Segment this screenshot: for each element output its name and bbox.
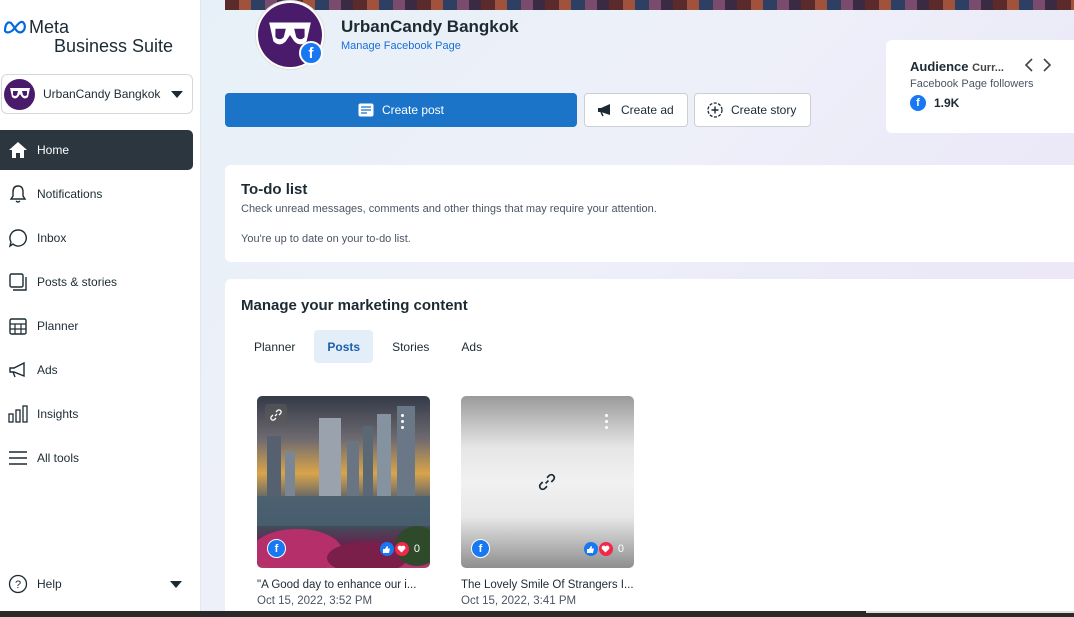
reactions: 0	[379, 542, 420, 556]
more-options-icon[interactable]	[401, 414, 404, 429]
audience-label: Facebook Page followers	[910, 78, 1034, 90]
page-avatar[interactable]: f	[255, 0, 325, 70]
sidebar-item-label: Planner	[37, 319, 79, 333]
todo-title: To-do list	[241, 181, 308, 198]
create-story-button[interactable]: Create story	[694, 93, 811, 127]
marketing-card: Manage your marketing content Planner Po…	[225, 279, 1074, 611]
reaction-count: 0	[413, 543, 420, 555]
sidebar-item-label: Posts & stories	[37, 275, 118, 289]
create-ad-label: Create ad	[621, 103, 674, 117]
chevron-left-icon[interactable]	[1024, 58, 1034, 72]
post-date: Oct 15, 2022, 3:41 PM	[461, 595, 577, 607]
audience-title: Audience	[910, 59, 969, 74]
sidebar-item-help[interactable]: ? Help	[0, 570, 193, 598]
bar-chart-icon	[7, 403, 29, 425]
sidebar-item-label: Home	[37, 143, 70, 157]
reaction-count: 0	[617, 543, 624, 555]
sidebar-item-planner[interactable]: Planner	[0, 306, 193, 346]
bell-icon	[7, 183, 29, 205]
sidebar-item-inbox[interactable]: Inbox	[0, 218, 193, 258]
sidebar-nav: Home Notifications Inbox Posts & stories…	[0, 130, 193, 482]
heart-icon	[394, 542, 409, 556]
chevron-right-icon[interactable]	[1042, 58, 1052, 72]
sidebar-item-home[interactable]: Home	[0, 130, 193, 170]
create-post-label: Create post	[381, 103, 445, 117]
sidebar-item-posts-stories[interactable]: Posts & stories	[0, 262, 193, 302]
facebook-icon: f	[910, 95, 926, 111]
avatar	[4, 78, 35, 110]
megaphone-icon	[7, 359, 29, 381]
compose-icon	[358, 103, 374, 117]
content-tabs: Planner Posts Stories Ads	[241, 330, 1058, 363]
taskbar	[0, 611, 1074, 617]
brand-line1: Meta	[29, 17, 70, 37]
sidebar-item-ads[interactable]: Ads	[0, 350, 193, 390]
sidebar: Meta Business Suite UrbanCandy Bangkok H…	[0, 0, 201, 611]
menu-icon	[7, 447, 29, 469]
sidebar-item-label: Insights	[37, 407, 79, 421]
facebook-icon: f	[471, 539, 490, 558]
todo-note: You're up to date on your to-do list.	[241, 233, 411, 245]
post-caption: The Lovely Smile Of Strangers I...	[461, 579, 634, 591]
post-thumbnail[interactable]: f 0	[257, 396, 430, 568]
heart-icon	[598, 542, 613, 556]
posts-icon	[7, 271, 29, 293]
audience-subtitle: Curr...	[972, 62, 1004, 74]
tab-posts[interactable]: Posts	[314, 330, 374, 363]
link-icon	[537, 472, 557, 497]
main-content: f UrbanCandy Bangkok Manage Facebook Pag…	[201, 0, 1074, 611]
reactions: 0	[583, 542, 624, 556]
meta-logo-icon	[3, 20, 26, 34]
chevron-down-icon[interactable]	[170, 580, 182, 588]
tab-stories[interactable]: Stories	[379, 330, 442, 363]
sidebar-item-insights[interactable]: Insights	[0, 394, 193, 434]
facebook-icon: f	[267, 539, 286, 558]
sidebar-item-notifications[interactable]: Notifications	[0, 174, 193, 214]
post-card[interactable]: f 0 The Lovely Smile Of Strangers I... O…	[461, 396, 634, 607]
sidebar-item-label: Ads	[37, 363, 58, 377]
audience-card: Audience Curr... Facebook Page followers…	[886, 40, 1074, 133]
manage-page-link[interactable]: Manage Facebook Page	[341, 40, 461, 52]
page-title: UrbanCandy Bangkok	[341, 17, 519, 36]
sidebar-item-label: All tools	[37, 451, 80, 465]
megaphone-icon	[597, 103, 613, 117]
create-ad-button[interactable]: Create ad	[584, 93, 688, 127]
create-post-button[interactable]: Create post	[225, 93, 577, 127]
account-switcher[interactable]: UrbanCandy Bangkok	[1, 74, 193, 114]
post-caption: "A Good day to enhance our i...	[257, 579, 417, 591]
account-name: UrbanCandy Bangkok	[43, 87, 161, 101]
meta-business-suite-logo[interactable]: Meta Business Suite	[3, 18, 173, 55]
calendar-icon	[7, 315, 29, 337]
home-icon	[7, 139, 29, 161]
like-icon	[583, 542, 598, 556]
chat-bubble-icon	[7, 227, 29, 249]
link-icon	[265, 404, 287, 426]
sidebar-item-all-tools[interactable]: All tools	[0, 438, 193, 478]
tab-planner[interactable]: Planner	[241, 330, 308, 363]
create-story-label: Create story	[731, 103, 797, 117]
marketing-title: Manage your marketing content	[241, 297, 468, 314]
post-thumbnail[interactable]: f 0	[461, 396, 634, 568]
post-date: Oct 15, 2022, 3:52 PM	[257, 595, 373, 607]
chevron-down-icon	[171, 90, 183, 98]
svg-text:?: ?	[15, 579, 21, 591]
brand-line2: Business Suite	[54, 36, 174, 56]
sidebar-item-label: Inbox	[37, 231, 67, 245]
todo-card: To-do list Check unread messages, commen…	[225, 165, 1074, 262]
add-circle-icon	[707, 102, 723, 118]
sidebar-item-label: Notifications	[37, 187, 103, 201]
like-icon	[379, 542, 394, 556]
help-label: Help	[37, 577, 62, 591]
facebook-icon: f	[299, 41, 323, 65]
audience-value: 1.9K	[934, 96, 960, 110]
todo-description: Check unread messages, comments and othe…	[241, 203, 657, 215]
page-logo-icon	[9, 88, 30, 99]
post-card[interactable]: f 0 "A Good day to enhance our i... Oct …	[257, 396, 430, 607]
cover-photo	[225, 0, 1074, 10]
more-options-icon[interactable]	[605, 414, 608, 429]
tab-ads[interactable]: Ads	[448, 330, 495, 363]
question-icon: ?	[7, 573, 29, 595]
